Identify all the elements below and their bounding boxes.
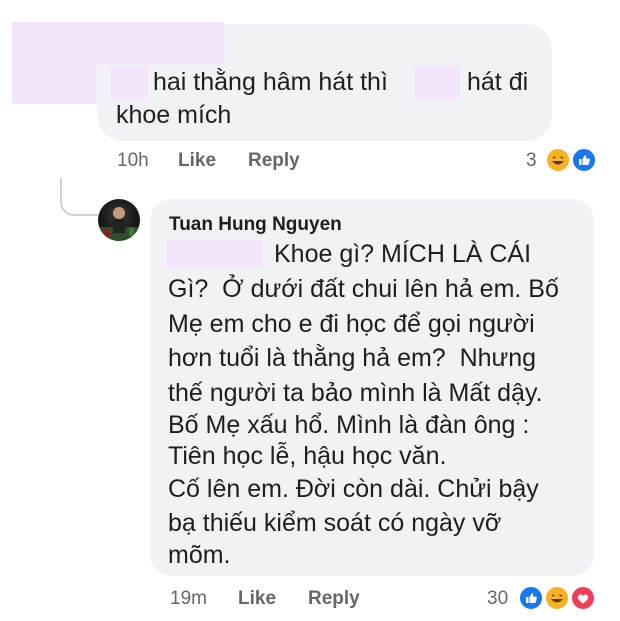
reply-button[interactable]: Reply bbox=[248, 150, 300, 172]
censored-mention bbox=[110, 66, 148, 99]
reply-text-line: Mẹ em cho e đi học để gọi người bbox=[168, 310, 535, 338]
like-button[interactable]: Like bbox=[238, 588, 276, 610]
love-icon bbox=[570, 585, 596, 611]
haha-icon bbox=[545, 147, 571, 173]
reply-text-line: Cố lên em. Đời còn dài. Chửi bậy bbox=[168, 475, 539, 503]
reply-text-line: Tiên học lễ, hậu học văn. bbox=[168, 442, 447, 470]
like-icon bbox=[518, 585, 544, 611]
comment-text: khoe mích bbox=[116, 101, 232, 129]
reply-text-line: Khoe gì? MÍCH LÀ CÁI bbox=[274, 240, 532, 268]
comment-timestamp[interactable]: 19m bbox=[170, 588, 207, 610]
comment-text: hai thằng hâm hát thì bbox=[153, 68, 388, 96]
reply-text-line: Gì? Ở dưới đất chui lên hả em. Bố bbox=[168, 275, 559, 303]
like-button[interactable]: Like bbox=[178, 150, 216, 172]
reply-text-line: Bố Mẹ xấu hổ. Mình là đàn ông : bbox=[168, 411, 530, 439]
reply-text-line: mõm. bbox=[168, 541, 231, 569]
like-icon bbox=[571, 147, 597, 173]
comment-author-name[interactable]: Tuan Hung Nguyen bbox=[169, 214, 342, 236]
comment-timestamp[interactable]: 10h bbox=[117, 150, 149, 172]
censored-mention bbox=[166, 240, 263, 267]
reply-text-line: thế người ta bảo mình là Mất dậy. bbox=[168, 379, 543, 407]
thread-connector bbox=[60, 178, 98, 216]
censored-author-name bbox=[12, 22, 224, 64]
comment-text: hát đi bbox=[467, 68, 529, 96]
haha-icon bbox=[544, 585, 570, 611]
reply-button[interactable]: Reply bbox=[308, 588, 360, 610]
censored-mention bbox=[414, 66, 460, 99]
reaction-count[interactable]: 30 bbox=[487, 588, 508, 610]
reply-text-line: bạ thiếu kiểm soát có ngày vỡ bbox=[168, 509, 502, 537]
avatar[interactable] bbox=[98, 199, 140, 241]
reply-text-line: hơn tuổi là thằng hả em? Nhưng bbox=[168, 344, 537, 372]
reaction-count[interactable]: 3 bbox=[526, 150, 537, 172]
